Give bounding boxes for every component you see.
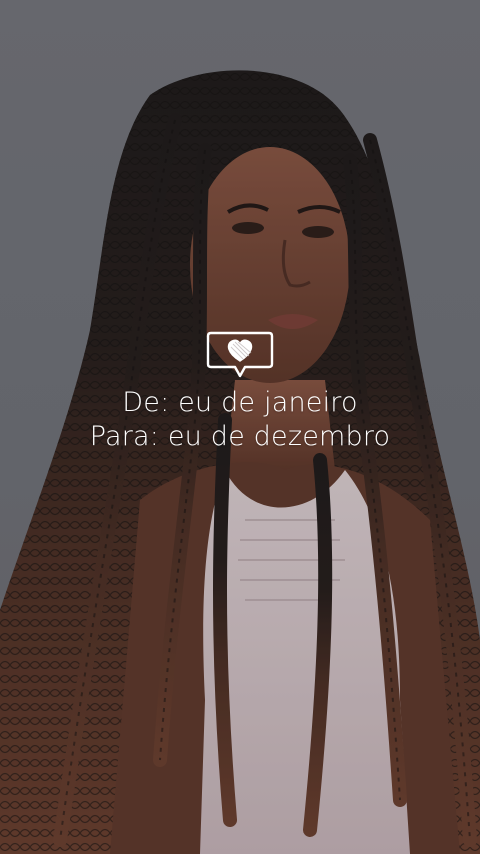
story-frame: De: eu de janeiro Para: eu de dezembro [0, 0, 480, 854]
story-caption: De: eu de janeiro Para: eu de dezembro [0, 330, 480, 454]
caption-line-to: Para: eu de dezembro [89, 421, 391, 452]
heart-speech-bubble-icon [206, 331, 274, 378]
caption-line-from: De: eu de janeiro [122, 387, 358, 418]
